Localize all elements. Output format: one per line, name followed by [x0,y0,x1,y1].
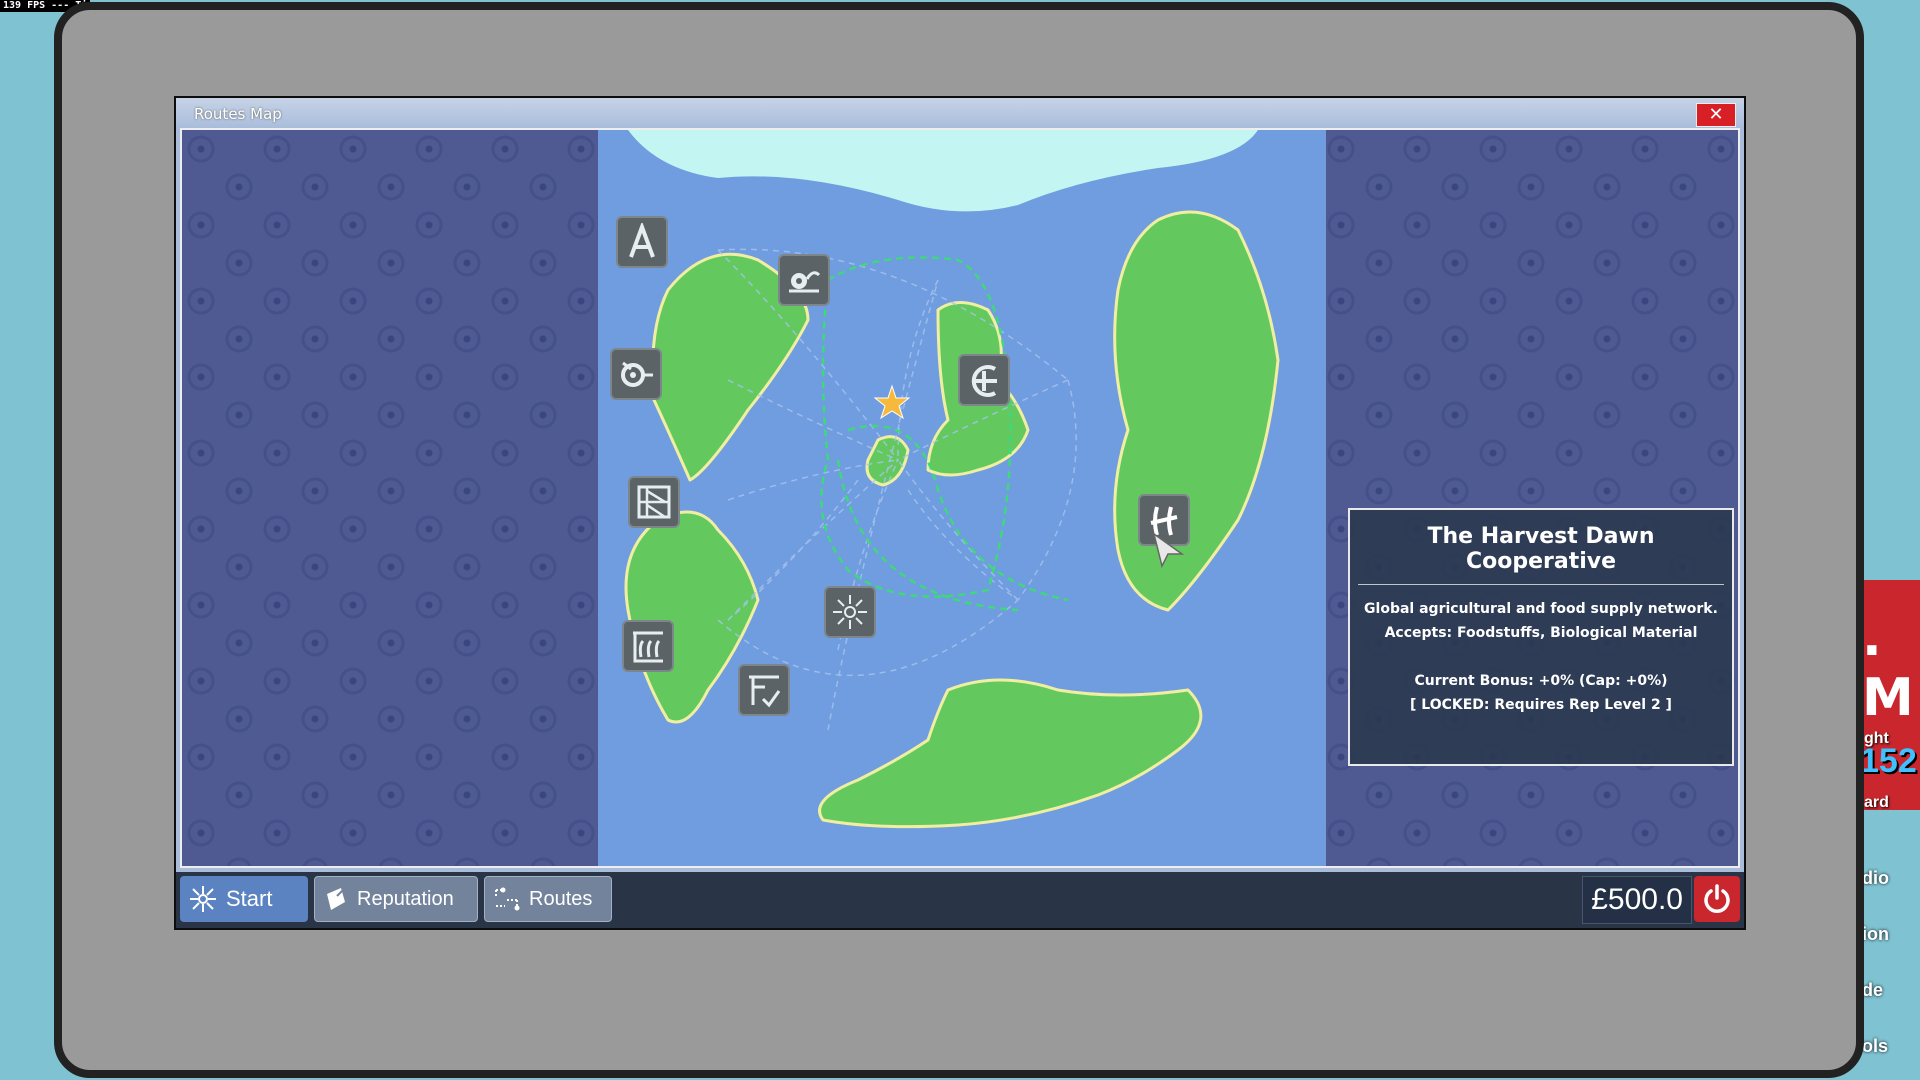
close-button[interactable]: ✕ [1696,103,1736,127]
gear-wrench-icon [621,361,653,387]
grass-crate-icon [633,631,663,663]
routes-dots-icon [495,887,520,911]
route-node-grass[interactable] [622,620,674,672]
route-node-sun[interactable] [824,586,876,638]
route-node-crosshair[interactable] [958,354,1010,406]
mouse-cursor-icon [1152,532,1185,568]
routes-map-window: Routes Map ✕ The Harvest Dawn Cooperativ… [174,96,1746,930]
film-camera-icon [789,271,821,293]
start-burst-icon [190,886,216,912]
start-label: Start [226,886,273,911]
tooltip-accepts: Accepts: Foodstuffs, Biological Material [1384,625,1698,641]
letter-a-icon [629,223,655,258]
power-icon [1704,884,1730,913]
route-node-check[interactable] [738,664,790,716]
background-side-menu: dio ion de ols [1862,850,1920,1074]
route-node-film[interactable] [778,254,830,306]
taskbar: Start Reputation Routes £500.0 [176,872,1744,928]
sun-burst-icon [833,595,867,629]
route-node-a[interactable] [616,216,668,268]
background-sign-text: . M [1862,608,1914,728]
background-sign-small-bottom: ard [1864,794,1889,811]
window-title: Routes Map [194,105,282,123]
tooltip-bonus: Current Bonus: +0% (Cap: +0%) [1414,673,1668,689]
frame-check-icon [749,675,781,708]
side-label: dio [1862,868,1889,888]
start-button[interactable]: Start [180,876,308,922]
reputation-label: Reputation [357,887,454,910]
tooltip-divider [1358,584,1724,585]
window-titlebar[interactable]: Routes Map ✕ [176,98,1744,128]
power-button[interactable] [1694,876,1740,922]
reputation-paper-icon [327,888,345,910]
circle-cross-icon [971,365,997,397]
faction-tooltip: The Harvest Dawn Cooperative Global agri… [1348,508,1734,766]
route-node-gear[interactable] [610,348,662,400]
side-label: ols [1862,1036,1889,1056]
side-label: ion [1862,924,1889,944]
hatched-panel-icon [637,485,671,519]
side-label: de [1862,980,1884,1000]
route-node-bars[interactable] [628,476,680,528]
tooltip-title: The Harvest Dawn Cooperative [1427,524,1655,574]
world-map [598,130,1326,866]
tooltip-description: Global agricultural and food supply netw… [1364,601,1718,617]
routes-button[interactable]: Routes [484,876,612,922]
map-area: The Harvest Dawn Cooperative Global agri… [180,128,1740,868]
money-display: £500.0 [1582,876,1692,924]
reputation-button[interactable]: Reputation [314,876,478,922]
tooltip-locked: [ LOCKED: Requires Rep Level 2 ] [1410,697,1672,713]
background-sign-number: 152 [1860,742,1917,780]
routes-label: Routes [529,887,593,910]
